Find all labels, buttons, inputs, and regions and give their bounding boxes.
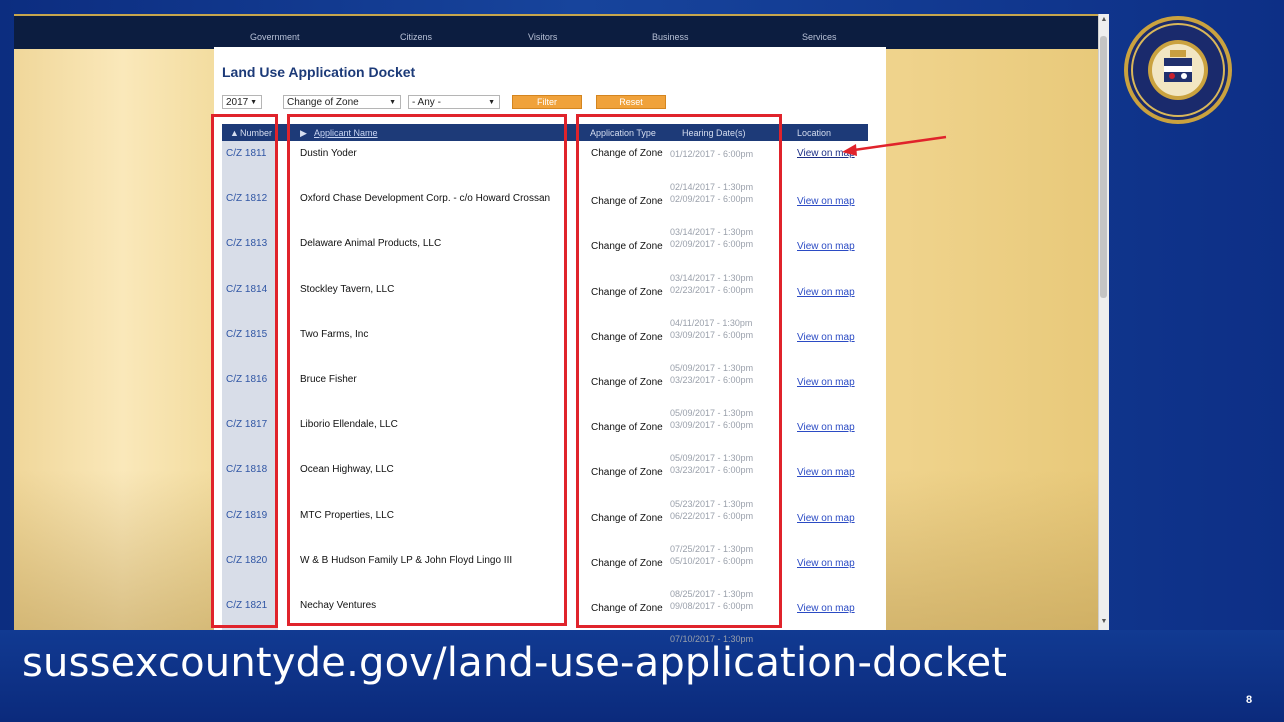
header-location: Location (797, 128, 832, 138)
view-on-map-link[interactable]: View on map (797, 377, 855, 388)
top-nav: Government Citizens Visitors Business Se… (14, 14, 1100, 49)
nav-business[interactable]: Business (652, 32, 689, 42)
chevron-down-icon: ▼ (488, 99, 495, 106)
filter-button[interactable]: Filter (512, 95, 582, 109)
status-select-value: - Any - (412, 97, 441, 108)
chevron-down-icon: ▼ (389, 99, 396, 106)
year-select[interactable]: 2017 ▼ (222, 95, 262, 109)
nav-government[interactable]: Government (250, 32, 300, 42)
view-on-map-link[interactable]: View on map (797, 196, 855, 207)
type-select[interactable]: Change of Zone ▼ (283, 95, 401, 109)
scroll-thumb[interactable] (1100, 36, 1107, 298)
scroll-down-icon[interactable]: ▼ (1100, 618, 1108, 626)
view-on-map-link[interactable]: View on map (797, 241, 855, 252)
page-scrollbar[interactable]: ▲ ▼ (1098, 14, 1109, 630)
nav-citizens[interactable]: Citizens (400, 32, 432, 42)
view-on-map-link[interactable]: View on map (797, 603, 855, 614)
slide-number: 8 (1246, 694, 1253, 706)
county-seal-logo (1124, 16, 1232, 124)
type-select-value: Change of Zone (287, 97, 359, 108)
arrow-pointer-icon (842, 135, 947, 156)
view-on-map-link[interactable]: View on map (797, 422, 855, 433)
highlight-type-date-column (576, 114, 782, 628)
highlight-number-column (211, 114, 278, 628)
nav-visitors[interactable]: Visitors (528, 32, 557, 42)
view-on-map-link[interactable]: View on map (797, 467, 855, 478)
status-select[interactable]: - Any - ▼ (408, 95, 500, 109)
scroll-up-icon[interactable]: ▲ (1100, 16, 1108, 24)
view-on-map-link[interactable]: View on map (797, 332, 855, 343)
view-on-map-link[interactable]: View on map (797, 287, 855, 298)
year-select-value: 2017 (226, 97, 249, 108)
reset-button[interactable]: Reset (596, 95, 666, 109)
nav-services[interactable]: Services (802, 32, 837, 42)
view-on-map-link[interactable]: View on map (797, 558, 855, 569)
chevron-down-icon: ▼ (250, 99, 257, 106)
view-on-map-link[interactable]: View on map (797, 513, 855, 524)
page-title: Land Use Application Docket (222, 64, 416, 80)
url-caption: sussexcountyde.gov/land-use-application-… (22, 640, 1008, 686)
highlight-applicant-column (287, 114, 567, 626)
